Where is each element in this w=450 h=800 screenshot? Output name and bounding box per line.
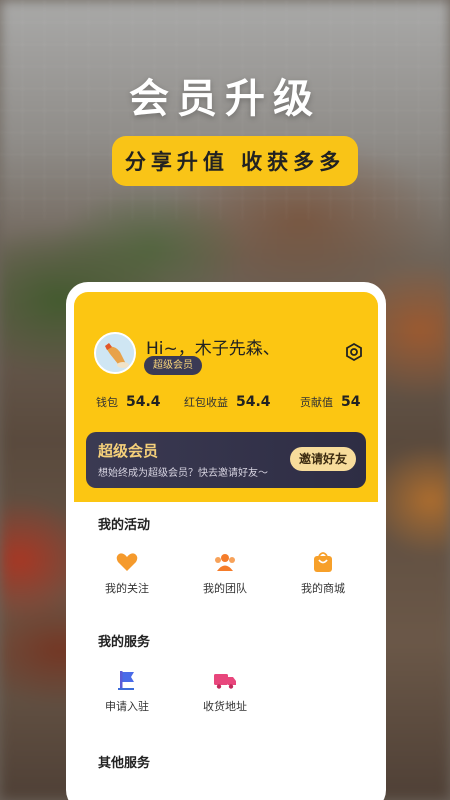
settings-icon[interactable] [344, 342, 364, 362]
vip-subtitle: 想始终成为超级会员？快去邀请好友～ [98, 468, 268, 479]
stat-label: 钱包 [96, 396, 118, 409]
activity-label: 我的关注 [105, 582, 149, 595]
team-icon [213, 550, 237, 574]
vip-banner: 超级会员 想始终成为超级会员？快去邀请好友～ 邀请好友 [86, 432, 366, 488]
stat-label: 红包收益 [184, 396, 228, 409]
service-label: 收货地址 [203, 700, 247, 713]
activities-title: 我的活动 [98, 518, 151, 533]
truck-icon [213, 668, 237, 692]
stats-row: 钱包 54.4 红包收益 54.4 贡献值 54 [74, 394, 378, 418]
stat-label: 贡献值 [300, 396, 333, 409]
avatar[interactable] [94, 332, 136, 374]
heart-icon [115, 550, 139, 574]
stat-value: 54.4 [236, 394, 271, 410]
activity-team[interactable]: 我的团队 [180, 550, 270, 596]
service-address[interactable]: 收货地址 [180, 668, 270, 714]
stat-value: 54.4 [126, 394, 161, 410]
services-title: 我的服务 [98, 635, 151, 650]
service-apply[interactable]: 申请入驻 [82, 668, 172, 714]
other-services-title: 其他服务 [98, 756, 151, 771]
stat-redpacket[interactable]: 红包收益 54.4 [184, 394, 271, 410]
service-label: 申请入驻 [105, 700, 149, 713]
hero-tagline: 分享升值 收获多多 [112, 136, 358, 186]
hero-title: 会员升级 [129, 76, 321, 122]
stat-wallet[interactable]: 钱包 54.4 [96, 394, 161, 410]
profile-header: Hi~，木子先森、 超级会员 钱包 54.4 红包收益 54.4 贡献值 54 … [74, 292, 378, 502]
member-level-badge: 超级会员 [144, 356, 202, 375]
phone-mockup: Hi~，木子先森、 超级会员 钱包 54.4 红包收益 54.4 贡献值 54 … [66, 282, 386, 800]
vip-title: 超级会员 [98, 442, 159, 460]
stat-value: 54 [341, 394, 361, 410]
flag-icon [115, 668, 139, 692]
activity-follow[interactable]: 我的关注 [82, 550, 172, 596]
activity-label: 我的团队 [203, 582, 247, 595]
shop-bag-icon [311, 550, 335, 574]
activity-shop[interactable]: 我的商城 [278, 550, 368, 596]
invite-friends-button[interactable]: 邀请好友 [289, 447, 356, 471]
stat-contribution[interactable]: 贡献值 54 [300, 394, 360, 410]
activity-label: 我的商城 [301, 582, 345, 595]
